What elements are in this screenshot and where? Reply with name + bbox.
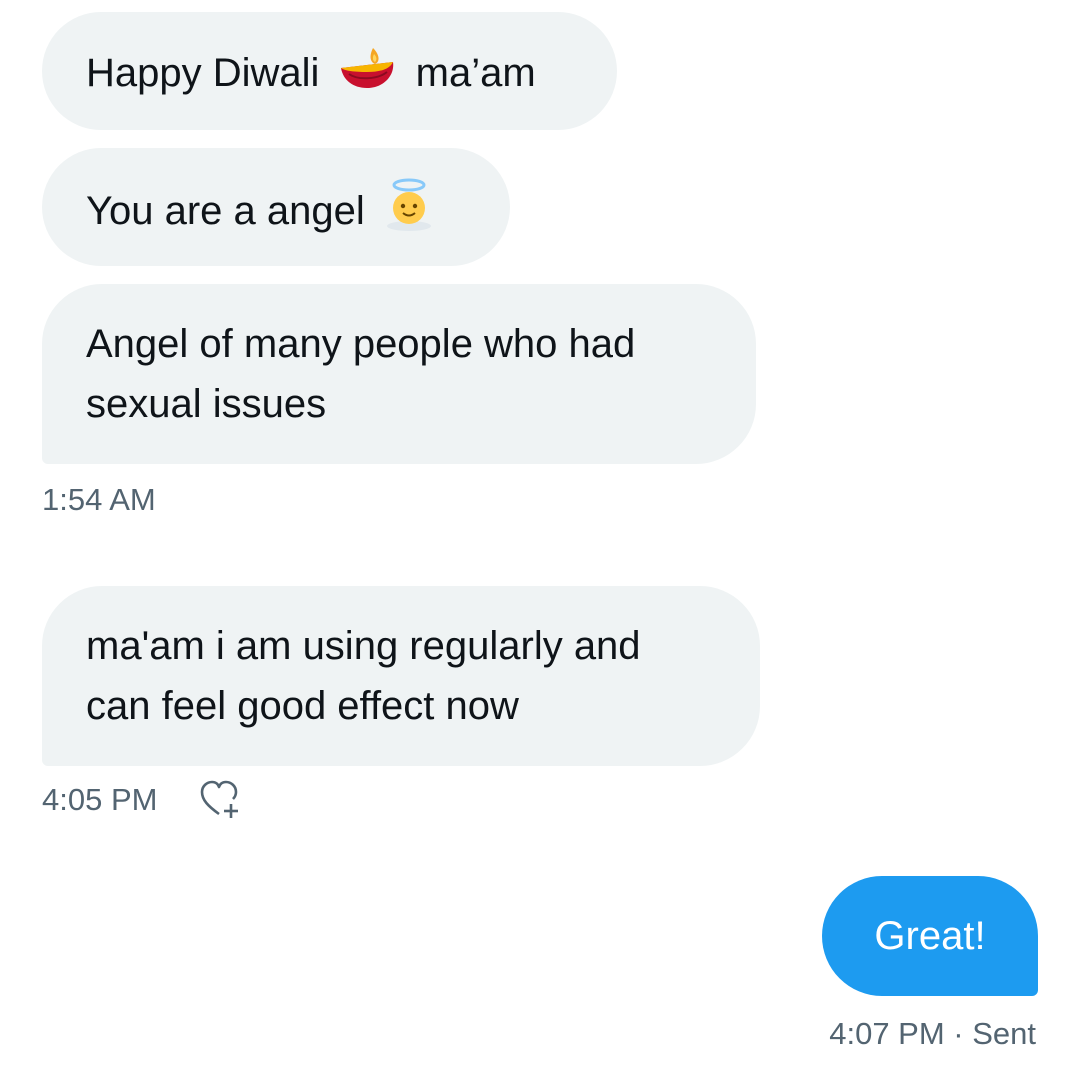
message-bubble-incoming[interactable]: ma'am i am using regularly and can feel … [42, 586, 760, 766]
message-bubble-incoming[interactable]: You are a angel [42, 148, 510, 266]
message-text-part: ma’am [415, 51, 536, 96]
message-text-line: can feel good effect now [86, 684, 519, 728]
heart-plus-icon[interactable] [198, 778, 244, 827]
message-text-part: You are a angel [86, 189, 365, 234]
message-text-line: ma'am i am using regularly and [86, 624, 641, 668]
message-text-part: Happy Diwali [86, 51, 320, 96]
message-timestamp: 4:05 PM [42, 782, 158, 817]
message-text-line: Angel of many people who had [86, 322, 636, 366]
diya-lamp-icon [339, 42, 397, 109]
message-bubble-outgoing[interactable]: Great! [822, 876, 1038, 996]
message-text: You are a angel [86, 178, 466, 249]
message-text: Happy Diwali ma’am [86, 42, 573, 109]
angel-face-icon [384, 178, 434, 249]
message-bubble-incoming[interactable]: Angel of many people who had sexual issu… [42, 284, 756, 464]
message-bubble-incoming[interactable]: Happy Diwali ma’am [42, 12, 617, 130]
message-text-line: sexual issues [86, 382, 327, 426]
message-timestamp: 1:54 AM [42, 482, 156, 517]
message-timestamp-sent: 4:07 PM · Sent [829, 1016, 1036, 1051]
